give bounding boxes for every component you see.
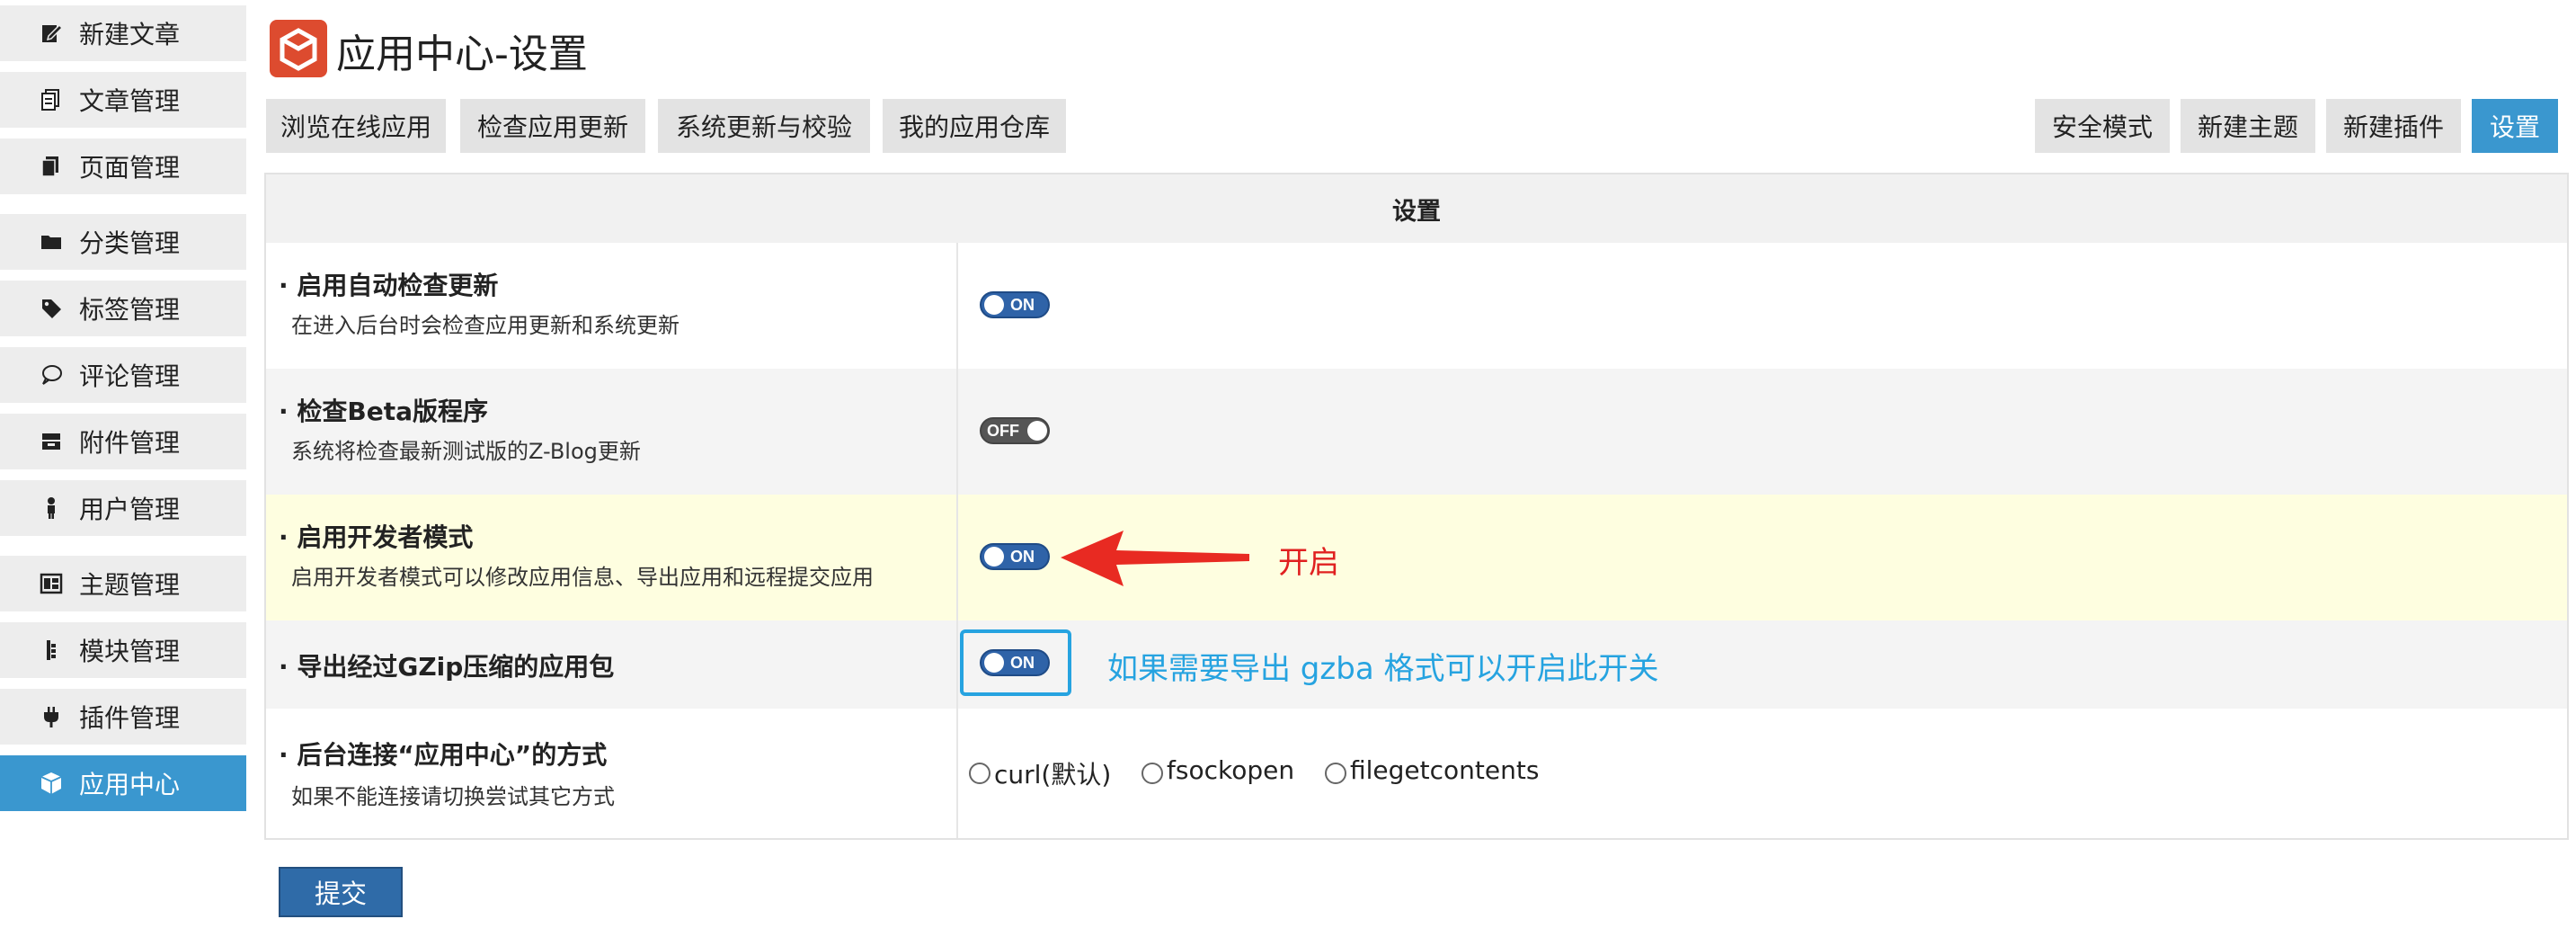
documents-icon [38, 86, 65, 113]
sidebar-item-app-center[interactable]: 应用中心 [0, 755, 246, 811]
tab-safe-mode[interactable]: 安全模式 [2035, 99, 2170, 153]
sidebar-item-categories[interactable]: 分类管理 [0, 214, 246, 270]
setting-row-beta-check: · 检查Beta版程序 系统将检查最新测试版的Z-Blog更新 OFF [266, 369, 2567, 495]
sidebar-item-label: 应用中心 [79, 770, 181, 799]
setting-row-connection-method: · 后台连接“应用中心”的方式 如果不能连接请切换尝试其它方式 curl(默认)… [266, 709, 2567, 838]
sidebar-item-themes[interactable]: 主题管理 [0, 556, 246, 611]
folder-icon [38, 228, 65, 255]
gzip-export-toggle[interactable]: ON [980, 649, 1050, 676]
setting-description: 如果不能连接请切换尝试其它方式 [291, 784, 615, 809]
setting-description: 启用开发者模式可以修改应用信息、导出应用和远程提交应用 [291, 565, 874, 590]
sidebar-item-attachments[interactable]: 附件管理 [0, 414, 246, 469]
sidebar-item-label: 页面管理 [79, 153, 181, 183]
tab-my-app-repository[interactable]: 我的应用仓库 [883, 99, 1066, 153]
attachment-icon [38, 428, 65, 455]
developer-mode-annotation: 开启 [1278, 545, 1339, 581]
radio-filegetcontents[interactable] [1325, 763, 1346, 784]
sidebar-item-label: 插件管理 [79, 703, 181, 733]
plugin-icon [38, 703, 65, 730]
sidebar-item-modules[interactable]: 模块管理 [0, 622, 246, 678]
sidebar-item-pages[interactable]: 页面管理 [0, 138, 246, 194]
radio-curl[interactable] [969, 763, 990, 784]
developer-mode-toggle[interactable]: ON [980, 543, 1050, 570]
radio-label-filegetcontents: filegetcontents [1350, 755, 1540, 785]
tab-settings[interactable]: 设置 [2472, 99, 2558, 153]
radio-label-fsockopen: fsockopen [1167, 755, 1295, 785]
sidebar-item-label: 模块管理 [79, 637, 181, 666]
sidebar-item-tags[interactable]: 标签管理 [0, 281, 246, 336]
tab-new-plugin[interactable]: 新建插件 [2326, 99, 2461, 153]
app-center-logo-icon [270, 20, 327, 77]
tab-system-update[interactable]: 系统更新与校验 [658, 99, 870, 153]
module-icon [38, 637, 65, 664]
cube-icon [38, 770, 65, 797]
radio-label-curl: curl(默认) [994, 760, 1112, 790]
sidebar-item-label: 用户管理 [79, 495, 181, 524]
tab-browse-online-apps[interactable]: 浏览在线应用 [266, 99, 446, 153]
submit-button[interactable]: 提交 [279, 867, 403, 917]
sidebar-item-comments[interactable]: 评论管理 [0, 347, 246, 403]
tab-new-theme[interactable]: 新建主题 [2181, 99, 2315, 153]
sidebar-item-label: 新建文章 [79, 20, 181, 49]
edit-icon [38, 20, 65, 47]
user-icon [38, 495, 65, 522]
sidebar-item-label: 文章管理 [79, 86, 181, 116]
setting-title: · 启用开发者模式 [279, 522, 474, 552]
sidebar-item-label: 附件管理 [79, 428, 181, 458]
red-arrow-icon [1061, 531, 1249, 586]
setting-row-gzip-export: · 导出经过GZip压缩的应用包 ON 如果需要导出 gzba 格式可以开启此开… [266, 620, 2567, 709]
tab-check-app-updates[interactable]: 检查应用更新 [460, 99, 645, 153]
sidebar-item-label: 评论管理 [79, 361, 181, 391]
sidebar-item-articles[interactable]: 文章管理 [0, 72, 246, 128]
auto-check-update-toggle[interactable]: ON [980, 291, 1050, 318]
beta-check-toggle[interactable]: OFF [980, 417, 1050, 444]
page-title: 应用中心-设置 [336, 31, 588, 77]
sidebar-item-label: 标签管理 [79, 295, 181, 325]
settings-table: 设置 · 启用自动检查更新 在进入后台时会检查应用更新和系统更新 ON · 检查… [264, 173, 2569, 840]
tag-icon [38, 295, 65, 322]
setting-description: 系统将检查最新测试版的Z-Blog更新 [291, 439, 641, 464]
comment-icon [38, 361, 65, 388]
gzip-annotation: 如果需要导出 gzba 格式可以开启此开关 [1107, 651, 1659, 687]
radio-fsockopen[interactable] [1141, 763, 1163, 784]
setting-row-auto-check-update: · 启用自动检查更新 在进入后台时会检查应用更新和系统更新 ON [266, 243, 2567, 369]
sidebar-item-new-article[interactable]: 新建文章 [0, 5, 246, 61]
sidebar-item-users[interactable]: 用户管理 [0, 480, 246, 536]
setting-title: · 后台连接“应用中心”的方式 [279, 740, 608, 770]
setting-row-developer-mode: · 启用开发者模式 启用开发者模式可以修改应用信息、导出应用和远程提交应用 ON… [266, 495, 2567, 620]
setting-description: 在进入后台时会检查应用更新和系统更新 [291, 313, 680, 338]
setting-title: · 检查Beta版程序 [279, 397, 488, 426]
sidebar-item-label: 分类管理 [79, 228, 181, 258]
theme-icon [38, 570, 65, 597]
sidebar-item-plugins[interactable]: 插件管理 [0, 689, 246, 745]
sidebar-item-label: 主题管理 [79, 570, 181, 600]
setting-title: · 启用自动检查更新 [279, 271, 499, 300]
pages-icon [38, 153, 65, 180]
table-header: 设置 [266, 174, 2567, 243]
setting-title: · 导出经过GZip压缩的应用包 [279, 652, 615, 682]
